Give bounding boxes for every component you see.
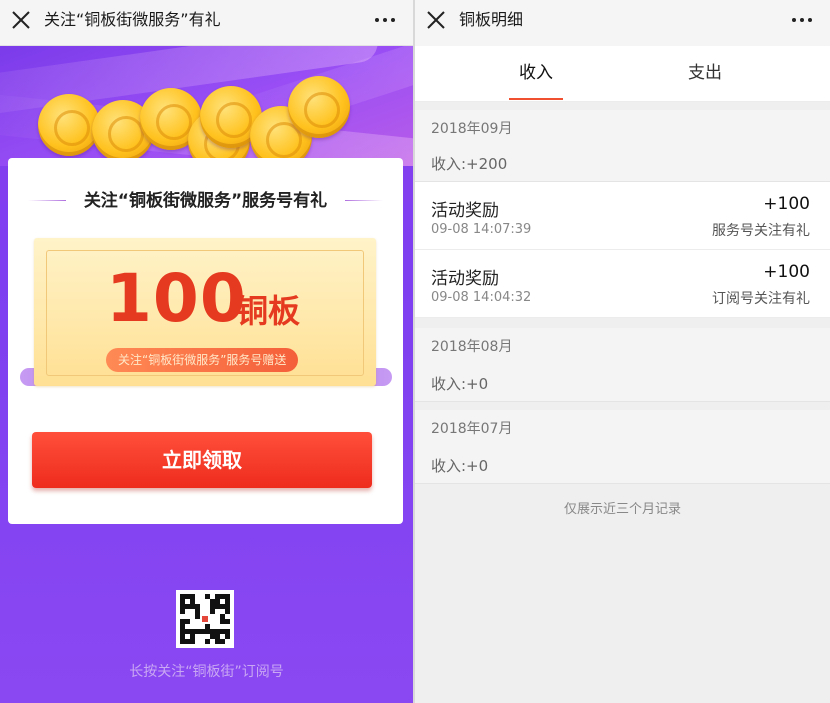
left-panel: 关注“铜板街微服务”有礼 关注“铜板街微服务”服务号有礼 100 铜板 关注“铜…: [0, 0, 413, 703]
item-amount: +100: [763, 194, 810, 214]
qr-logo-icon: [200, 614, 210, 624]
item-amount: +100: [763, 262, 810, 282]
close-icon[interactable]: [425, 9, 447, 31]
list-item[interactable]: 活动奖励 09-08 14:07:39 +100 服务号关注有礼: [415, 182, 830, 250]
item-time: 09-08 14:04:32: [431, 290, 532, 305]
month-label: 2018年09月: [431, 121, 513, 137]
month-summary: 收入:+200: [415, 146, 830, 182]
coupon-amount: 100: [106, 260, 247, 337]
month-label: 2018年07月: [431, 421, 513, 437]
more-icon[interactable]: [375, 10, 395, 30]
card-title: 关注“铜板街微服务”服务号有礼: [83, 191, 328, 211]
summary-label: 收入:+0: [431, 375, 489, 393]
more-icon[interactable]: [792, 10, 812, 30]
qr-caption: 长按关注“铜板街”订阅号: [129, 664, 284, 680]
tab-bar: 收入 支出: [415, 46, 830, 102]
gift-card: 关注“铜板街微服务”服务号有礼 100 铜板 关注“铜板街微服务”服务号赠送 立…: [8, 158, 403, 524]
item-desc: 订阅号关注有礼: [712, 291, 810, 307]
tab-expense[interactable]: 支出: [645, 46, 765, 100]
summary-label: 收入:+200: [431, 155, 508, 173]
item-desc: 服务号关注有礼: [712, 223, 810, 239]
navbar: 关注“铜板街微服务”有礼: [0, 0, 413, 46]
month-label: 2018年08月: [431, 339, 513, 355]
page-title: 铜板明细: [459, 10, 524, 29]
coin-icon: [288, 76, 350, 138]
item-time: 09-08 14:07:39: [431, 222, 532, 237]
tab-underline: [509, 98, 563, 100]
summary-label: 收入:+0: [431, 457, 489, 475]
page-title: 关注“铜板街微服务”有礼: [44, 10, 221, 29]
records-footnote: 仅展示近三个月记录: [563, 502, 681, 517]
right-panel: 铜板明细 收入 支出 2018年09月 收入:+200 活动奖励 09-08 1…: [415, 0, 830, 703]
month-header: 2018年08月: [415, 328, 830, 366]
coins-banner: [0, 46, 413, 166]
month-header: 2018年09月: [415, 110, 830, 148]
coin-icon: [38, 94, 100, 156]
qr-code-icon[interactable]: [176, 590, 234, 648]
coupon-note: 关注“铜板街微服务”服务号赠送: [106, 348, 299, 372]
month-summary: 收入:+0: [415, 448, 830, 484]
item-title: 活动奖励: [431, 269, 499, 289]
list-item[interactable]: 活动奖励 09-08 14:04:32 +100 订阅号关注有礼: [415, 250, 830, 318]
month-summary: 收入:+0: [415, 366, 830, 402]
claim-button[interactable]: 立即领取: [32, 432, 372, 488]
coupon-unit: 铜板: [236, 292, 301, 330]
coupon: 100 铜板 关注“铜板街微服务”服务号赠送: [34, 238, 376, 386]
navbar: 铜板明细: [415, 0, 830, 46]
item-title: 活动奖励: [431, 201, 499, 221]
tab-income[interactable]: 收入: [476, 46, 596, 100]
month-header: 2018年07月: [415, 410, 830, 448]
close-icon[interactable]: [10, 9, 32, 31]
